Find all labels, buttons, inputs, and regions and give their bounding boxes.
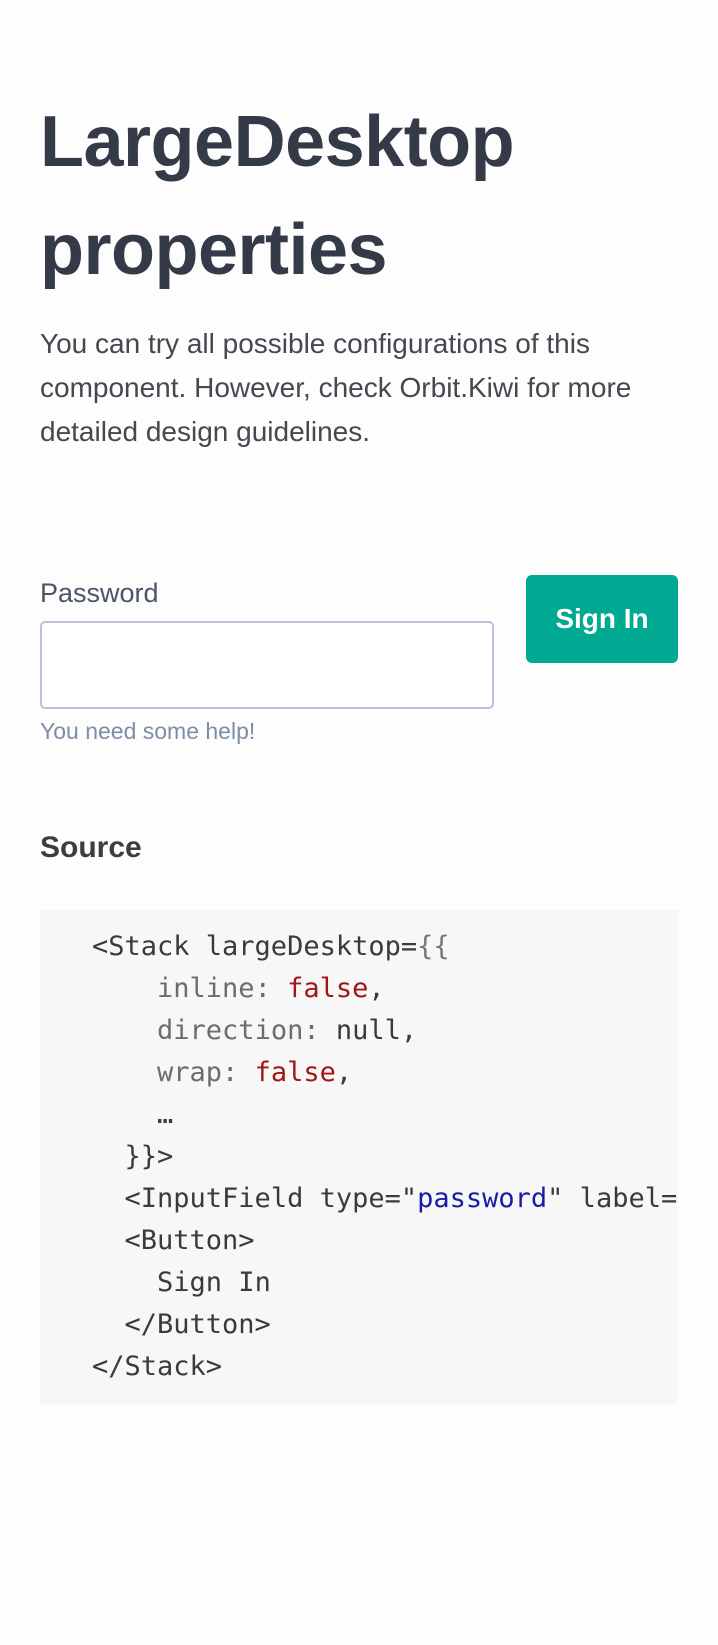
password-label: Password (40, 578, 159, 608)
code-line-4: wrap: false, (157, 1057, 353, 1088)
code-line-7: <InputField type="password" label=" (124, 1183, 678, 1214)
code-line-6: }}> (124, 1141, 174, 1172)
page-title-line1: LargeDesktop (40, 102, 515, 182)
source-heading: Source (40, 831, 142, 864)
code-line-9: Sign In (157, 1267, 271, 1298)
code-line-2: inline: false, (157, 973, 385, 1004)
component-demo: Password You need some help! Sign In (40, 575, 678, 745)
code-line-1: <Stack largeDesktop={{ (92, 931, 450, 962)
page-title-line2: properties (40, 210, 388, 290)
password-field: Password You need some help! (40, 575, 494, 747)
code-line-8: <Button> (124, 1225, 255, 1256)
code-line-5: … (157, 1099, 174, 1130)
sign-in-button[interactable]: Sign In (526, 575, 678, 663)
source-code: <Stack largeDesktop={{ inline: false, di… (92, 926, 678, 1388)
password-input[interactable] (40, 621, 494, 709)
page-title: LargeDesktop properties (40, 88, 660, 304)
code-line-3: direction: null, (157, 1015, 418, 1046)
code-line-11: </Stack> (92, 1351, 223, 1382)
code-line-10: </Button> (124, 1309, 271, 1340)
intro-text: You can try all possible configurations … (40, 328, 632, 447)
source-code-block[interactable]: <Stack largeDesktop={{ inline: false, di… (40, 910, 678, 1404)
password-help-text: You need some help! (40, 718, 256, 744)
